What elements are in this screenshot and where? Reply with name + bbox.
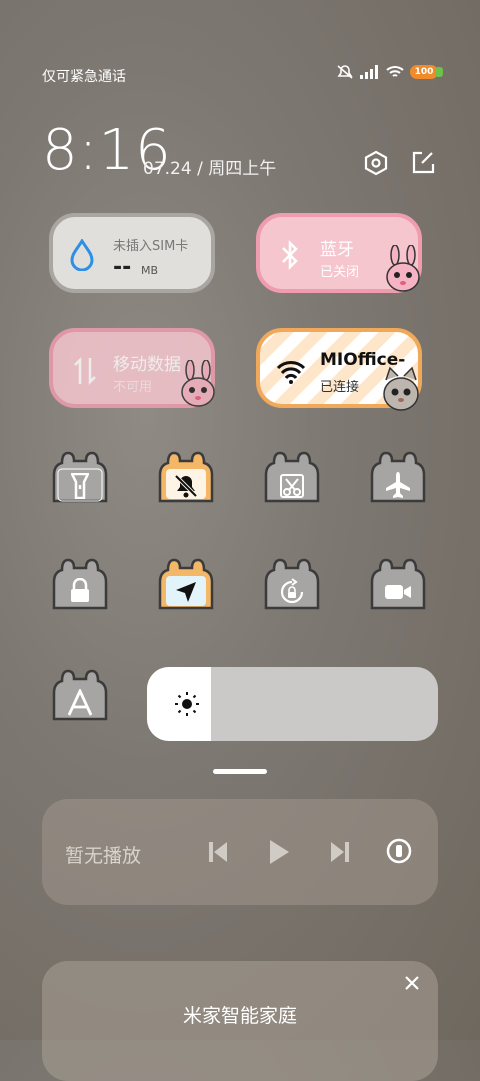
carrier-status: 仅可紧急通话 (42, 69, 126, 85)
lock-icon (71, 578, 89, 602)
lock-toggle[interactable] (50, 556, 110, 616)
water-drop-icon (70, 239, 94, 271)
wifi-tile[interactable]: MIOffice- 已连接 (256, 328, 422, 411)
cast-audio-icon[interactable] (385, 837, 413, 865)
mobile-data-label: 移动数据 (113, 355, 181, 375)
data-value: -- (113, 255, 132, 280)
wifi-icon (386, 66, 404, 77)
next-track-icon[interactable] (330, 841, 350, 863)
bluetooth-tile[interactable]: 蓝牙 已关闭 (256, 213, 422, 293)
navigation-arrow-icon (176, 582, 196, 602)
play-icon[interactable] (268, 839, 290, 865)
scissors-icon (280, 474, 304, 498)
flashlight-toggle[interactable] (50, 449, 110, 509)
smart-home-title: 米家智能家庭 (182, 1005, 297, 1027)
data-usage-tile[interactable]: 未插入SIM卡 -- MB (49, 213, 215, 293)
drag-handle[interactable] (213, 769, 267, 774)
media-status-label: 暂无播放 (65, 845, 142, 867)
signal-icon (360, 65, 378, 79)
media-controls: 暂无播放 (42, 799, 438, 905)
mobile-data-status: 不可用 (113, 380, 153, 395)
bunny-sticker-icon (181, 360, 215, 407)
clock-date: 07.24 / 周四上午 (143, 159, 277, 179)
brightness-slider[interactable] (147, 667, 438, 741)
auto-brightness-toggle[interactable] (50, 667, 110, 727)
bell-off-icon (174, 474, 198, 498)
airplane-icon (386, 472, 410, 498)
wifi-status: 已连接 (320, 380, 360, 395)
rotation-lock-icon (280, 578, 304, 604)
close-icon[interactable] (404, 975, 420, 991)
bluetooth-icon (282, 239, 298, 271)
battery-level: 100 (414, 67, 434, 77)
letter-a-icon (67, 689, 93, 716)
location-toggle[interactable] (156, 556, 216, 616)
wifi-icon (276, 361, 306, 384)
bluetooth-label: 蓝牙 (320, 240, 354, 260)
status-icons: 100 (336, 64, 443, 80)
screen-record-toggle[interactable] (368, 556, 428, 616)
silent-toggle[interactable] (156, 449, 216, 509)
smart-home-card[interactable]: 米家智能家庭 (42, 961, 438, 1081)
bunny-sticker-icon (386, 245, 420, 292)
previous-track-icon[interactable] (208, 841, 228, 863)
screenshot-toggle[interactable] (262, 449, 322, 509)
battery-indicator: 100 (410, 65, 443, 79)
edit-icon[interactable] (410, 150, 436, 176)
flashlight-icon (71, 473, 89, 499)
mobile-data-tile[interactable]: 移动数据 不可用 (49, 328, 215, 408)
video-camera-icon (385, 585, 411, 599)
settings-hexagon-icon[interactable] (363, 150, 389, 176)
data-unit: MB (141, 264, 159, 277)
sun-icon (175, 692, 199, 716)
cat-sticker-icon (383, 366, 419, 411)
rotation-lock-toggle[interactable] (262, 556, 322, 616)
sim-label: 未插入SIM卡 (113, 239, 189, 254)
airplane-toggle[interactable] (368, 449, 428, 509)
mute-icon (337, 65, 353, 79)
data-arrows-icon (74, 356, 96, 386)
bluetooth-status: 已关闭 (320, 265, 360, 280)
